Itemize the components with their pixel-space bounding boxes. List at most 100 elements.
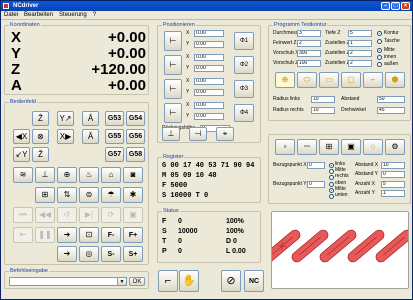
back-button[interactable]: ⇤ bbox=[13, 227, 33, 243]
mitte-radio[interactable] bbox=[377, 48, 382, 53]
y-unten-radio[interactable] bbox=[329, 194, 334, 199]
pattern-grid-button[interactable]: ⊞ bbox=[319, 139, 339, 155]
coolant-button[interactable]: ☂ bbox=[101, 187, 121, 203]
x-links-radio[interactable] bbox=[329, 163, 334, 168]
menu-datei[interactable]: Datei bbox=[4, 11, 18, 19]
camera-button[interactable]: ◙ bbox=[123, 167, 143, 183]
pattern-arc-button[interactable]: ⚙ bbox=[385, 139, 405, 155]
pos-y-3-field[interactable]: 0.00 bbox=[194, 89, 224, 96]
pos-x-1-field[interactable]: 0.00 bbox=[194, 30, 224, 37]
pos-y-1-field[interactable]: 0.00 bbox=[194, 41, 224, 48]
pos-x-3-field[interactable]: 0.00 bbox=[194, 78, 224, 85]
home-ref-button[interactable]: ⌂ bbox=[101, 167, 121, 183]
abstand-field[interactable]: 50 bbox=[377, 96, 405, 103]
goto-position-2-button[interactable]: ⊢ bbox=[164, 55, 182, 75]
pos-x-4-field[interactable]: 0.00 bbox=[194, 102, 224, 109]
anzahl-x-field[interactable]: 5 bbox=[381, 181, 405, 188]
pos-y-4-field[interactable]: 0.00 bbox=[194, 113, 224, 120]
pattern-row-button[interactable]: ▫▫▫ bbox=[297, 139, 317, 155]
jog-center-button[interactable]: ⊗ bbox=[32, 129, 49, 144]
shape-circle-button[interactable]: ⊕ bbox=[275, 72, 295, 88]
menu-steuerung[interactable]: Steuerung bbox=[59, 11, 87, 19]
radius-links-field[interactable]: 10 bbox=[311, 96, 335, 103]
innen-radio[interactable] bbox=[377, 55, 382, 60]
zustellen-z2-field[interactable]: 2 bbox=[348, 50, 372, 57]
bezugspunkt-x-field[interactable]: 0 bbox=[307, 162, 325, 169]
phi-4-button[interactable]: Φ4 bbox=[234, 104, 254, 122]
pos-x-2-field[interactable]: 0.00 bbox=[194, 54, 224, 61]
measure-center-button[interactable]: ⌖ bbox=[216, 127, 234, 141]
spindle-minus-button[interactable]: S- bbox=[101, 246, 121, 262]
anzahl-y-field[interactable]: 1 bbox=[381, 190, 405, 197]
y-oben-radio[interactable] bbox=[329, 182, 334, 187]
vorschub-z-field[interactable]: 100 bbox=[297, 60, 321, 67]
bezugspunkt-y-field[interactable]: 0 bbox=[307, 181, 325, 188]
jog-a-down-button[interactable]: Ǎ bbox=[82, 129, 99, 144]
tasche-radio[interactable] bbox=[377, 39, 382, 44]
durchmesser-field[interactable]: 3 bbox=[297, 30, 321, 37]
feed-minus-button[interactable]: F- bbox=[101, 227, 121, 243]
g53-button[interactable]: G53 bbox=[105, 111, 124, 126]
command-ok-button[interactable]: OK bbox=[129, 277, 145, 286]
pattern-circle-button[interactable]: ◌ bbox=[363, 139, 383, 155]
aussen-radio[interactable] bbox=[377, 62, 382, 67]
probe-button[interactable]: ⊕ bbox=[57, 167, 77, 183]
jog-y-plus-button[interactable]: Y↗ bbox=[57, 111, 74, 126]
x-rechts-radio[interactable] bbox=[329, 175, 334, 180]
jog-z-up-button[interactable]: Ẑ bbox=[32, 111, 49, 126]
pos-y-2-field[interactable]: 0.00 bbox=[194, 65, 224, 72]
phi-2-button[interactable]: Φ2 bbox=[234, 56, 254, 74]
laser-button[interactable]: ✱ bbox=[123, 187, 143, 203]
g57-button[interactable]: G57 bbox=[105, 147, 124, 162]
pointer-button[interactable]: ⌐ bbox=[158, 270, 178, 292]
reset-button[interactable]: ↺ bbox=[57, 207, 77, 223]
abstand-y-field[interactable]: 0 bbox=[381, 171, 405, 178]
shape-round-rect-button[interactable]: ▢ bbox=[341, 72, 361, 88]
clamp-button[interactable]: ⊞ bbox=[35, 187, 55, 203]
emergency-stop-button[interactable]: ⊘ bbox=[221, 270, 241, 292]
shape-rectangle-button[interactable]: ▭ bbox=[319, 72, 339, 88]
wave-mode-button[interactable]: ≋ bbox=[13, 167, 33, 183]
x-mitte-radio[interactable] bbox=[329, 169, 334, 174]
kontur-radio[interactable] bbox=[377, 31, 382, 36]
radius-rechts-field[interactable]: 10 bbox=[311, 107, 335, 114]
vacuum-button[interactable]: ⊜ bbox=[79, 187, 99, 203]
dry-run-button[interactable]: ⟳ bbox=[101, 207, 121, 223]
minimize-button[interactable]: – bbox=[381, 2, 390, 10]
jog-y-minus-button[interactable]: ↙Y bbox=[13, 147, 30, 162]
drehwinkel-field[interactable]: 45 bbox=[377, 107, 405, 114]
abstand-x-field[interactable]: 10 bbox=[381, 162, 405, 169]
stop-button[interactable]: ⊡ bbox=[79, 227, 99, 243]
phi-3-button[interactable]: Φ3 bbox=[234, 80, 254, 98]
pattern-frame-button[interactable]: ▣ bbox=[341, 139, 361, 155]
menu-bearbeiten[interactable]: Bearbeiten bbox=[24, 11, 53, 19]
zustellen-z-field[interactable]: 1 bbox=[348, 40, 372, 47]
goto-position-4-button[interactable]: ⊢ bbox=[164, 103, 182, 123]
y-mitte-radio[interactable] bbox=[329, 188, 334, 193]
shape-hexagon-button[interactable]: ⬢ bbox=[385, 72, 405, 88]
tool-length-button[interactable]: ⊥ bbox=[35, 167, 55, 183]
jog-a-up-button[interactable]: Â bbox=[82, 111, 99, 126]
spindle-button[interactable]: ♨ bbox=[79, 167, 99, 183]
single-block-button[interactable]: ▣ bbox=[123, 207, 143, 223]
pause-button[interactable]: ❚❚ bbox=[35, 227, 55, 243]
vorschub-xy-field[interactable]: 300 bbox=[297, 50, 321, 57]
start-button[interactable]: ➜ bbox=[57, 227, 77, 243]
feinwert-z-field[interactable]: 2 bbox=[297, 40, 321, 47]
pattern-single-button[interactable]: ▫ bbox=[275, 139, 295, 155]
hand-button[interactable]: ✋ bbox=[179, 270, 199, 292]
nc-button[interactable]: NC bbox=[244, 270, 264, 292]
enter-button[interactable]: ➔ bbox=[57, 246, 77, 262]
measure-edge-button[interactable]: ⊣ bbox=[189, 127, 207, 141]
zustellen-z3-field[interactable]: 2 bbox=[348, 60, 372, 67]
g55-button[interactable]: G55 bbox=[105, 129, 124, 144]
shape-corner-button[interactable]: ⌐ bbox=[363, 72, 383, 88]
spindle-plus-button[interactable]: S+ bbox=[123, 246, 143, 262]
phi-1-button[interactable]: Φ1 bbox=[234, 32, 254, 50]
tool-change-button[interactable]: ⇅ bbox=[57, 187, 77, 203]
close-button[interactable]: × bbox=[401, 2, 410, 10]
first-block-button[interactable]: ⏮ bbox=[13, 207, 33, 223]
jog-x-plus-button[interactable]: X▶ bbox=[57, 129, 74, 144]
g54-button[interactable]: G54 bbox=[126, 111, 145, 126]
jog-z-down-button[interactable]: Ž bbox=[32, 147, 49, 162]
